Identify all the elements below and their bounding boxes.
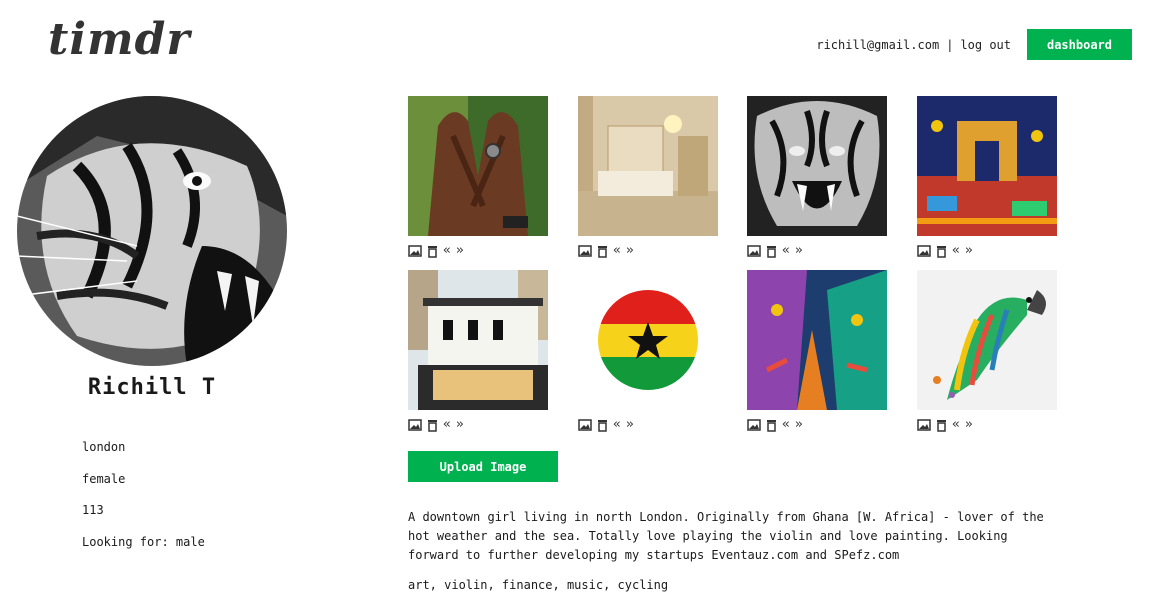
- user-email: richill@gmail.com: [816, 37, 940, 52]
- nav-separator: |: [946, 37, 954, 52]
- move-left-icon[interactable]: «: [613, 418, 621, 431]
- gallery-image-street-painting[interactable]: [747, 270, 887, 410]
- image-icon[interactable]: [578, 419, 592, 431]
- move-left-icon[interactable]: «: [952, 418, 960, 431]
- image-actions: « »: [747, 418, 803, 432]
- trash-icon[interactable]: [597, 245, 608, 258]
- move-right-icon[interactable]: »: [965, 244, 973, 257]
- gallery-image-hands[interactable]: [408, 96, 548, 236]
- move-left-icon[interactable]: «: [443, 244, 451, 257]
- profile-number: 113: [82, 503, 104, 517]
- profile-interests: art, violin, finance, music, cycling: [408, 578, 669, 592]
- gallery-image-tiger[interactable]: [747, 96, 887, 236]
- profile-looking-for: Looking for: male: [82, 535, 205, 549]
- gallery-image-house[interactable]: [408, 270, 548, 410]
- gallery-image-bedroom[interactable]: [578, 96, 718, 236]
- image-icon[interactable]: [747, 245, 761, 257]
- gallery-image-football[interactable]: [578, 270, 718, 410]
- move-left-icon[interactable]: «: [782, 244, 790, 257]
- image-actions: « »: [408, 418, 464, 432]
- gallery-image-parrot[interactable]: [917, 270, 1057, 410]
- move-right-icon[interactable]: »: [626, 244, 634, 257]
- logo[interactable]: timdr: [48, 14, 191, 65]
- upload-image-button[interactable]: Upload Image: [408, 451, 558, 482]
- logout-link[interactable]: log out: [960, 38, 1011, 52]
- profile-location: london: [82, 440, 126, 454]
- image-actions: « »: [917, 418, 973, 432]
- image-icon[interactable]: [917, 419, 931, 431]
- trash-icon[interactable]: [766, 419, 777, 432]
- image-icon[interactable]: [408, 245, 422, 257]
- image-icon[interactable]: [578, 245, 592, 257]
- move-left-icon[interactable]: «: [952, 244, 960, 257]
- move-right-icon[interactable]: »: [456, 244, 464, 257]
- move-right-icon[interactable]: »: [456, 418, 464, 431]
- move-left-icon[interactable]: «: [613, 244, 621, 257]
- image-icon[interactable]: [747, 419, 761, 431]
- image-actions: « »: [917, 244, 973, 258]
- image-actions: « »: [578, 244, 634, 258]
- move-right-icon[interactable]: »: [965, 418, 973, 431]
- profile-gender: female: [82, 472, 126, 486]
- profile-avatar: [17, 96, 287, 366]
- move-left-icon[interactable]: «: [443, 418, 451, 431]
- image-actions: « »: [747, 244, 803, 258]
- trash-icon[interactable]: [936, 419, 947, 432]
- trash-icon[interactable]: [936, 245, 947, 258]
- gallery-image-arc-painting[interactable]: [917, 96, 1057, 236]
- image-actions: « »: [578, 418, 634, 432]
- trash-icon[interactable]: [766, 245, 777, 258]
- image-actions: « »: [408, 244, 464, 258]
- move-right-icon[interactable]: »: [795, 418, 803, 431]
- top-nav: richill@gmail.com | log out dashboard: [816, 29, 1132, 60]
- move-right-icon[interactable]: »: [795, 244, 803, 257]
- profile-bio: A downtown girl living in north London. …: [408, 510, 1044, 562]
- move-right-icon[interactable]: »: [626, 418, 634, 431]
- image-icon[interactable]: [917, 245, 931, 257]
- profile-name: Richill T: [87, 375, 217, 400]
- trash-icon[interactable]: [427, 245, 438, 258]
- trash-icon[interactable]: [597, 419, 608, 432]
- trash-icon[interactable]: [427, 419, 438, 432]
- move-left-icon[interactable]: «: [782, 418, 790, 431]
- image-icon[interactable]: [408, 419, 422, 431]
- dashboard-button[interactable]: dashboard: [1027, 29, 1132, 60]
